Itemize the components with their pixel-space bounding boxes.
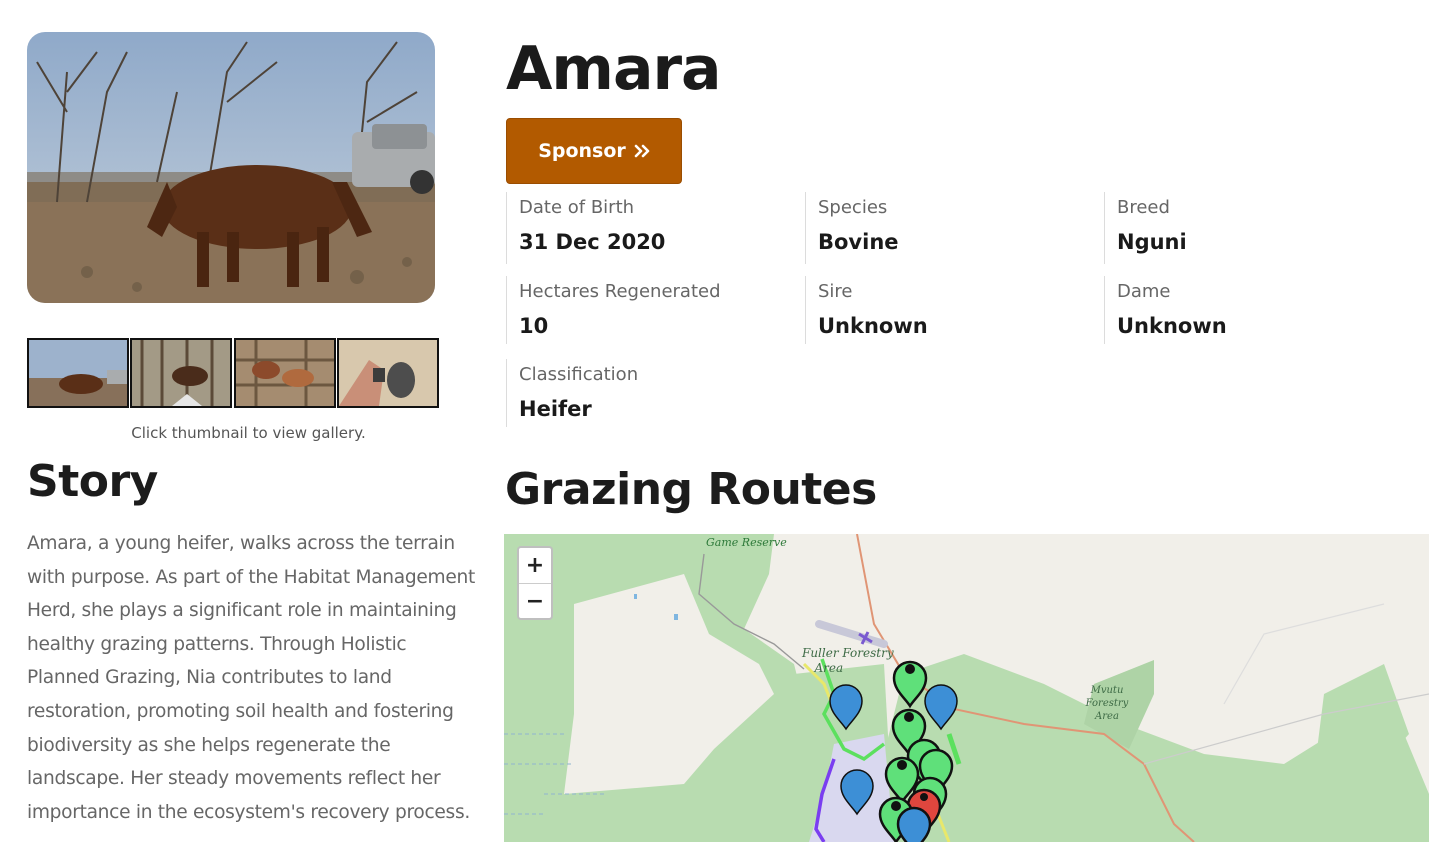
map-label-line: Area [1095, 711, 1119, 722]
detail-sire: Sire Unknown [805, 276, 1095, 344]
detail-value: Unknown [1117, 314, 1227, 338]
map-label-line: Fuller Forestry [802, 646, 894, 660]
detail-dame: Dame Unknown [1104, 276, 1394, 344]
double-chevron-right-icon [634, 144, 650, 158]
detail-label: Sire [818, 281, 853, 302]
detail-label: Breed [1117, 197, 1170, 218]
cow-photo-image [27, 32, 435, 303]
thumbnail-image [29, 340, 127, 406]
grazing-routes-heading: Grazing Routes [505, 464, 877, 515]
detail-value: Heifer [519, 397, 592, 421]
main-animal-photo[interactable] [27, 32, 435, 303]
page-title: Amara [506, 34, 722, 104]
map-label-fuller-forestry: Fuller Forestry Area [802, 646, 894, 676]
grazing-routes-map[interactable]: Game Reserve Fuller Forestry Area Mvutu … [504, 534, 1429, 842]
thumbnail-image [339, 340, 437, 406]
gallery-caption: Click thumbnail to view gallery. [131, 424, 366, 442]
detail-value: Bovine [818, 230, 899, 254]
zoom-in-button[interactable]: + [519, 548, 551, 584]
gallery-thumbnail-3[interactable] [234, 338, 336, 408]
story-heading: Story [27, 456, 158, 507]
detail-value: 10 [519, 314, 549, 338]
detail-label: Classification [519, 364, 639, 385]
map-label-line: Forestry [1085, 698, 1129, 709]
map-label-line: Mvutu [1090, 685, 1124, 696]
detail-value: Unknown [818, 314, 928, 338]
detail-label: Hectares Regenerated [519, 281, 721, 302]
detail-breed: Breed Nguni [1104, 192, 1394, 264]
thumbnail-image [236, 340, 334, 406]
detail-hectares-regenerated: Hectares Regenerated 10 [506, 276, 796, 344]
detail-species: Species Bovine [805, 192, 1095, 264]
sponsor-button[interactable]: Sponsor [506, 118, 682, 184]
detail-date-of-birth: Date of Birth 31 Dec 2020 [506, 192, 796, 264]
gallery-thumbnail-2[interactable] [130, 338, 232, 408]
sponsor-button-label: Sponsor [538, 140, 626, 162]
thumbnail-image [132, 340, 230, 406]
detail-value: Nguni [1117, 230, 1187, 254]
detail-label: Dame [1117, 281, 1171, 302]
map-tiles [504, 534, 1429, 842]
detail-classification: Classification Heifer [506, 359, 796, 427]
detail-value: 31 Dec 2020 [519, 230, 666, 254]
detail-label: Species [818, 197, 888, 218]
zoom-out-button[interactable]: − [519, 584, 551, 619]
gallery-thumbnail-4[interactable] [337, 338, 439, 408]
map-zoom-control: + − [517, 546, 553, 620]
gallery-thumbnail-1[interactable] [27, 338, 129, 408]
map-label-line: Area [814, 661, 844, 675]
map-label-game-reserve: Game Reserve [706, 536, 787, 549]
thumbnail-strip [27, 338, 439, 408]
detail-label: Date of Birth [519, 197, 635, 218]
map-label-mvutu-forestry: Mvutu Forestry Area [1082, 684, 1132, 723]
story-text: Amara, a young heifer, walks across the … [27, 533, 475, 823]
